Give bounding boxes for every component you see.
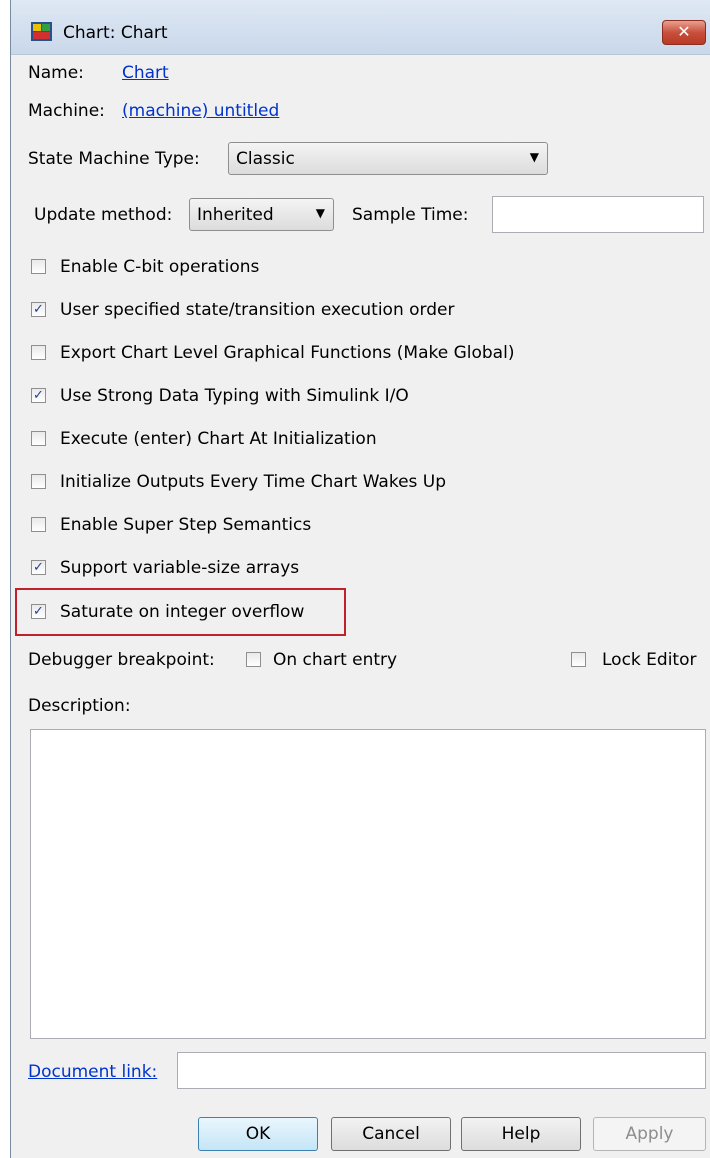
ok-button[interactable]: OK — [198, 1117, 318, 1151]
check-mark-icon: ✓ — [33, 302, 44, 317]
sample-time-input[interactable] — [492, 196, 704, 233]
option-checkbox[interactable]: ✓ — [31, 302, 46, 317]
close-icon: ✕ — [677, 22, 691, 41]
chevron-down-icon: ▼ — [529, 150, 539, 164]
check-mark-icon: ✓ — [33, 604, 44, 619]
check-mark-icon: ✓ — [33, 560, 44, 575]
option-label: Execute (enter) Chart At Initialization — [60, 429, 377, 449]
window-title: Chart: Chart — [63, 23, 168, 43]
option-checkbox[interactable] — [31, 259, 46, 274]
lock-editor-label: Lock Editor — [602, 650, 697, 670]
chevron-down-icon: ▼ — [315, 206, 325, 220]
option-label: Initialize Outputs Every Time Chart Wake… — [60, 472, 447, 492]
name-label: Name: — [28, 63, 84, 83]
option-label: Support variable-size arrays — [60, 558, 300, 578]
debugger-breakpoint-label: Debugger breakpoint: — [28, 650, 215, 670]
on-chart-entry-label: On chart entry — [273, 650, 398, 670]
check-mark-icon: ✓ — [33, 388, 44, 403]
update-method-label: Update method: — [34, 205, 173, 225]
apply-button[interactable]: Apply — [593, 1117, 706, 1151]
option-label: Enable C-bit operations — [60, 257, 260, 277]
option-checkbox[interactable]: ✓ — [31, 604, 46, 619]
state-machine-type-label: State Machine Type: — [28, 149, 200, 169]
chart-properties-dialog: Chart: Chart ✕ Name: Chart Machine: (mac… — [10, 0, 710, 1158]
title-bar: Chart: Chart ✕ — [11, 0, 710, 55]
description-textarea[interactable] — [30, 729, 706, 1039]
cancel-button[interactable]: Cancel — [331, 1117, 451, 1151]
document-link[interactable]: Document link: — [28, 1062, 157, 1082]
name-link[interactable]: Chart — [122, 63, 169, 83]
on-chart-entry-checkbox[interactable] — [246, 652, 261, 667]
machine-label: Machine: — [28, 101, 105, 121]
option-label: User specified state/transition executio… — [60, 300, 455, 320]
stateflow-app-icon — [31, 22, 52, 41]
state-machine-type-select[interactable]: Classic ▼ — [228, 142, 548, 175]
document-link-input[interactable] — [177, 1052, 706, 1089]
update-method-select[interactable]: Inherited ▼ — [189, 198, 334, 231]
sample-time-label: Sample Time: — [352, 205, 469, 225]
update-method-value: Inherited — [197, 205, 274, 225]
option-label: Export Chart Level Graphical Functions (… — [60, 343, 515, 363]
option-checkbox[interactable]: ✓ — [31, 388, 46, 403]
help-button[interactable]: Help — [461, 1117, 581, 1151]
close-button[interactable]: ✕ — [662, 20, 706, 45]
option-checkbox[interactable] — [31, 517, 46, 532]
state-machine-type-value: Classic — [236, 149, 295, 169]
option-checkbox[interactable]: ✓ — [31, 560, 46, 575]
option-checkbox[interactable] — [31, 431, 46, 446]
option-checkbox[interactable] — [31, 474, 46, 489]
option-label: Use Strong Data Typing with Simulink I/O — [60, 386, 409, 406]
option-checkbox[interactable] — [31, 345, 46, 360]
machine-link[interactable]: (machine) untitled — [122, 101, 279, 121]
option-label: Saturate on integer overflow — [60, 602, 305, 622]
option-label: Enable Super Step Semantics — [60, 515, 312, 535]
description-label: Description: — [28, 696, 131, 716]
lock-editor-checkbox[interactable] — [571, 652, 586, 667]
